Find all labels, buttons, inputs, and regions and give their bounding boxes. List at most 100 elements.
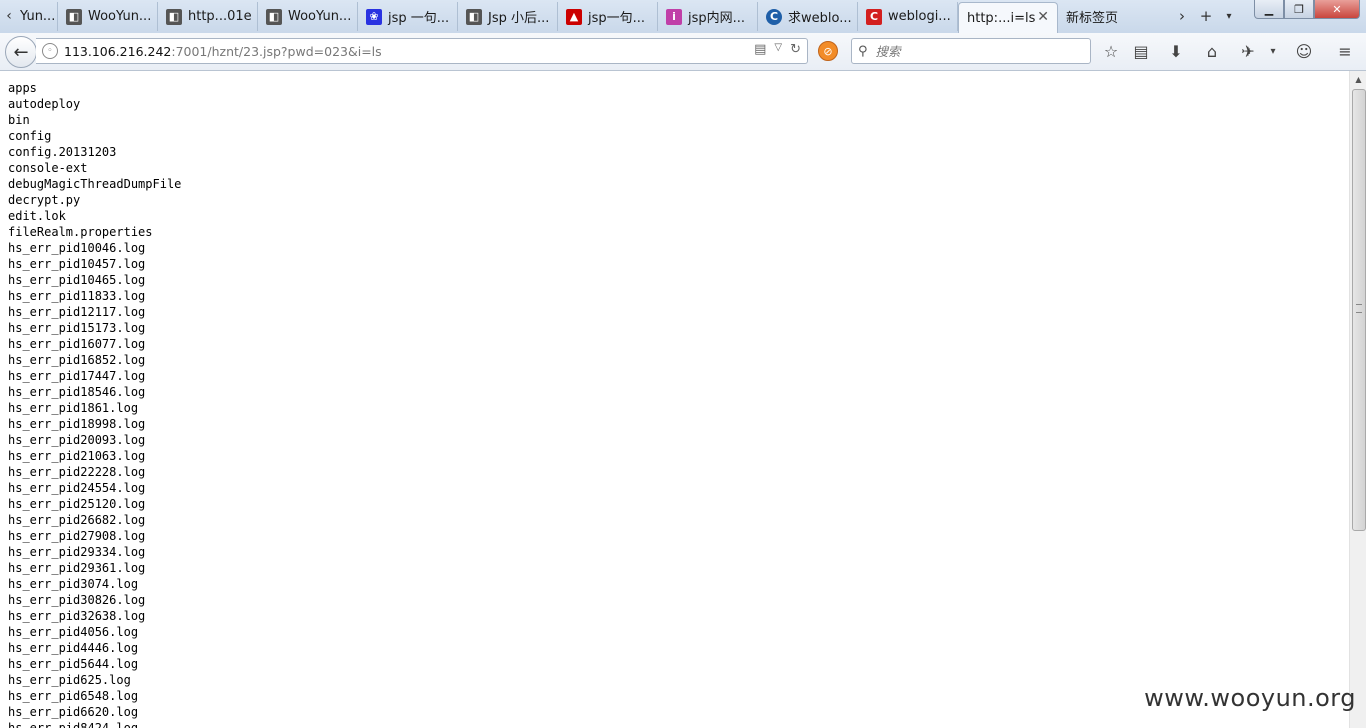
file-list-item: hs_err_pid26682.log	[8, 513, 146, 527]
url-host: 113.106.216.242	[64, 43, 172, 59]
tab[interactable]: Yun...	[18, 2, 58, 31]
window-close-icon[interactable]: ✕	[1314, 0, 1360, 19]
tab[interactable]: ❀ jsp 一句...	[358, 2, 458, 31]
file-list-item: hs_err_pid12117.log	[8, 305, 146, 319]
page-content: apps autodeploy bin config config.20131203 co…	[0, 71, 1349, 728]
hamburger-menu-icon[interactable]: ≡	[1335, 41, 1355, 61]
tab-title: weblogi...	[888, 9, 951, 24]
tab-title: jsp内网...	[688, 11, 746, 26]
back-arrow-icon[interactable]: ←	[5, 36, 37, 68]
url-bar[interactable]: ◦ 113.106.216.242:7001/hznt/23.jsp?pwd=0…	[36, 38, 808, 64]
addon-icon[interactable]: ✈	[1238, 41, 1258, 61]
tab-title: 求weblo...	[788, 11, 852, 26]
file-list-item: fileRealm.properties	[8, 225, 153, 239]
minimize-icon[interactable]: ▁	[1254, 0, 1284, 19]
file-list-item: hs_err_pid24554.log	[8, 481, 146, 495]
close-tab-icon[interactable]: ✕	[1037, 9, 1049, 25]
file-list-item: bin	[8, 113, 30, 127]
url-dropdown-icon[interactable]: ▽	[774, 42, 782, 57]
tab-title: WooYun...	[88, 9, 152, 24]
tab-title: 新标签页	[1066, 11, 1119, 26]
scrollbar-thumb[interactable]	[1352, 89, 1366, 531]
file-list-item: hs_err_pid10457.log	[8, 257, 146, 271]
file-list-item: hs_err_pid11833.log	[8, 289, 146, 303]
hello-smiley-icon[interactable]: ☺	[1294, 41, 1314, 61]
redhat-icon: ▲	[566, 8, 582, 25]
file-list-item: autodeploy	[8, 97, 81, 111]
file-list-item: decrypt.py	[8, 193, 81, 207]
tab[interactable]: i jsp内网...	[658, 2, 758, 31]
file-list-item: edit.lok	[8, 209, 66, 223]
scrollbar-grip	[1356, 304, 1362, 313]
file-list-item: hs_err_pid30826.log	[8, 593, 146, 607]
file-list-item: hs_err_pid18546.log	[8, 385, 146, 399]
file-list-item: hs_err_pid29334.log	[8, 545, 146, 559]
file-list-item: hs_err_pid25120.log	[8, 497, 146, 511]
file-list-item: debugMagicThreadDumpFile	[8, 177, 182, 191]
file-list-item: hs_err_pid3074.log	[8, 577, 139, 591]
window-controls: ▁ ❐ ✕	[1254, 0, 1360, 19]
file-list-item: hs_err_pid10046.log	[8, 241, 146, 255]
woo-icon: ◧	[166, 8, 182, 25]
watermark: www.wooyun.org	[1144, 684, 1356, 712]
search-input[interactable]	[873, 42, 1078, 60]
url-path: :7001/hznt/23.jsp?pwd=023&i=ls	[171, 43, 382, 59]
file-list-item: hs_err_pid29361.log	[8, 561, 146, 575]
tab[interactable]: ▲ jsp一句...	[558, 2, 658, 31]
file-list: apps autodeploy bin config config.20131203 co…	[0, 71, 1349, 728]
file-list-item: hs_err_pid8424.log	[8, 721, 139, 728]
bookmarks-menu-icon[interactable]: ▤	[1131, 41, 1151, 61]
file-list-item: apps	[8, 81, 37, 95]
navigation-bar: ← ◦ 113.106.216.242:7001/hznt/23.jsp?pwd…	[0, 33, 1366, 71]
reload-icon[interactable]: ↻	[790, 42, 801, 57]
woo-icon: ◧	[266, 8, 282, 25]
file-list-item: hs_err_pid18998.log	[8, 417, 146, 431]
maximize-icon[interactable]: ❐	[1284, 0, 1314, 19]
tab-title: http:...i=ls	[967, 10, 1036, 26]
tab[interactable]: ◧ WooYun...	[58, 2, 158, 31]
tab-title: jsp 一句...	[388, 11, 450, 26]
blue-c-icon: C	[766, 8, 782, 25]
home-icon[interactable]: ⌂	[1202, 41, 1222, 61]
file-list-item: hs_err_pid27908.log	[8, 529, 146, 543]
woo-icon: ◧	[466, 8, 482, 25]
tab[interactable]: 新标签页	[1058, 2, 1158, 31]
file-list-item: console-ext	[8, 161, 88, 175]
reader-view-icon[interactable]: ▤	[754, 42, 766, 57]
list-all-tabs-icon[interactable]: ▾	[1220, 4, 1238, 28]
new-tab-plus-icon[interactable]: +	[1196, 4, 1216, 28]
tab-scroll-right-button[interactable]: ›	[1172, 4, 1192, 28]
vertical-scrollbar[interactable]: ▲	[1349, 71, 1366, 728]
search-bar[interactable]: ⚲	[851, 38, 1091, 64]
file-list-item: hs_err_pid15173.log	[8, 321, 146, 335]
file-list-item: hs_err_pid4056.log	[8, 625, 139, 639]
file-list-item: hs_err_pid16852.log	[8, 353, 146, 367]
pink-site-icon: i	[666, 8, 682, 25]
addon-dropdown-icon[interactable]: ▾	[1263, 41, 1283, 61]
downloads-icon[interactable]: ⬇	[1166, 41, 1186, 61]
noscript-icon[interactable]: ⊘	[818, 41, 838, 61]
bookmark-star-icon[interactable]: ☆	[1101, 41, 1121, 61]
tab-strip: ‹ Yun... ◧ WooYun... ◧ http...01e ◧ WooY…	[0, 0, 1366, 34]
file-list-item: config.20131203	[8, 145, 117, 159]
globe-icon: ◦	[42, 43, 58, 59]
tab-title: http...01e	[188, 9, 252, 24]
file-list-item: hs_err_pid10465.log	[8, 273, 146, 287]
tab-title: Yun...	[20, 9, 56, 24]
tab[interactable]: ◧ WooYun...	[258, 2, 358, 31]
tab-scroll-left-button[interactable]: ‹	[0, 2, 18, 30]
tab-active[interactable]: http:...i=ls ✕	[958, 2, 1058, 33]
tab-title: jsp一句...	[588, 11, 646, 26]
search-icon: ⚲	[858, 43, 868, 59]
baidu-paw-icon: ❀	[366, 8, 382, 25]
tab[interactable]: ◧ http...01e	[158, 2, 258, 31]
scroll-up-arrow-icon[interactable]: ▲	[1350, 71, 1366, 88]
tab[interactable]: ◧ Jsp 小后...	[458, 2, 558, 31]
file-list-item: hs_err_pid16077.log	[8, 337, 146, 351]
tab[interactable]: C 求weblo...	[758, 2, 858, 31]
file-list-item: config	[8, 129, 52, 143]
file-list-item: hs_err_pid21063.log	[8, 449, 146, 463]
file-list-item: hs_err_pid1861.log	[8, 401, 139, 415]
tab[interactable]: C weblogi...	[858, 2, 958, 31]
file-list-item: hs_err_pid22228.log	[8, 465, 146, 479]
